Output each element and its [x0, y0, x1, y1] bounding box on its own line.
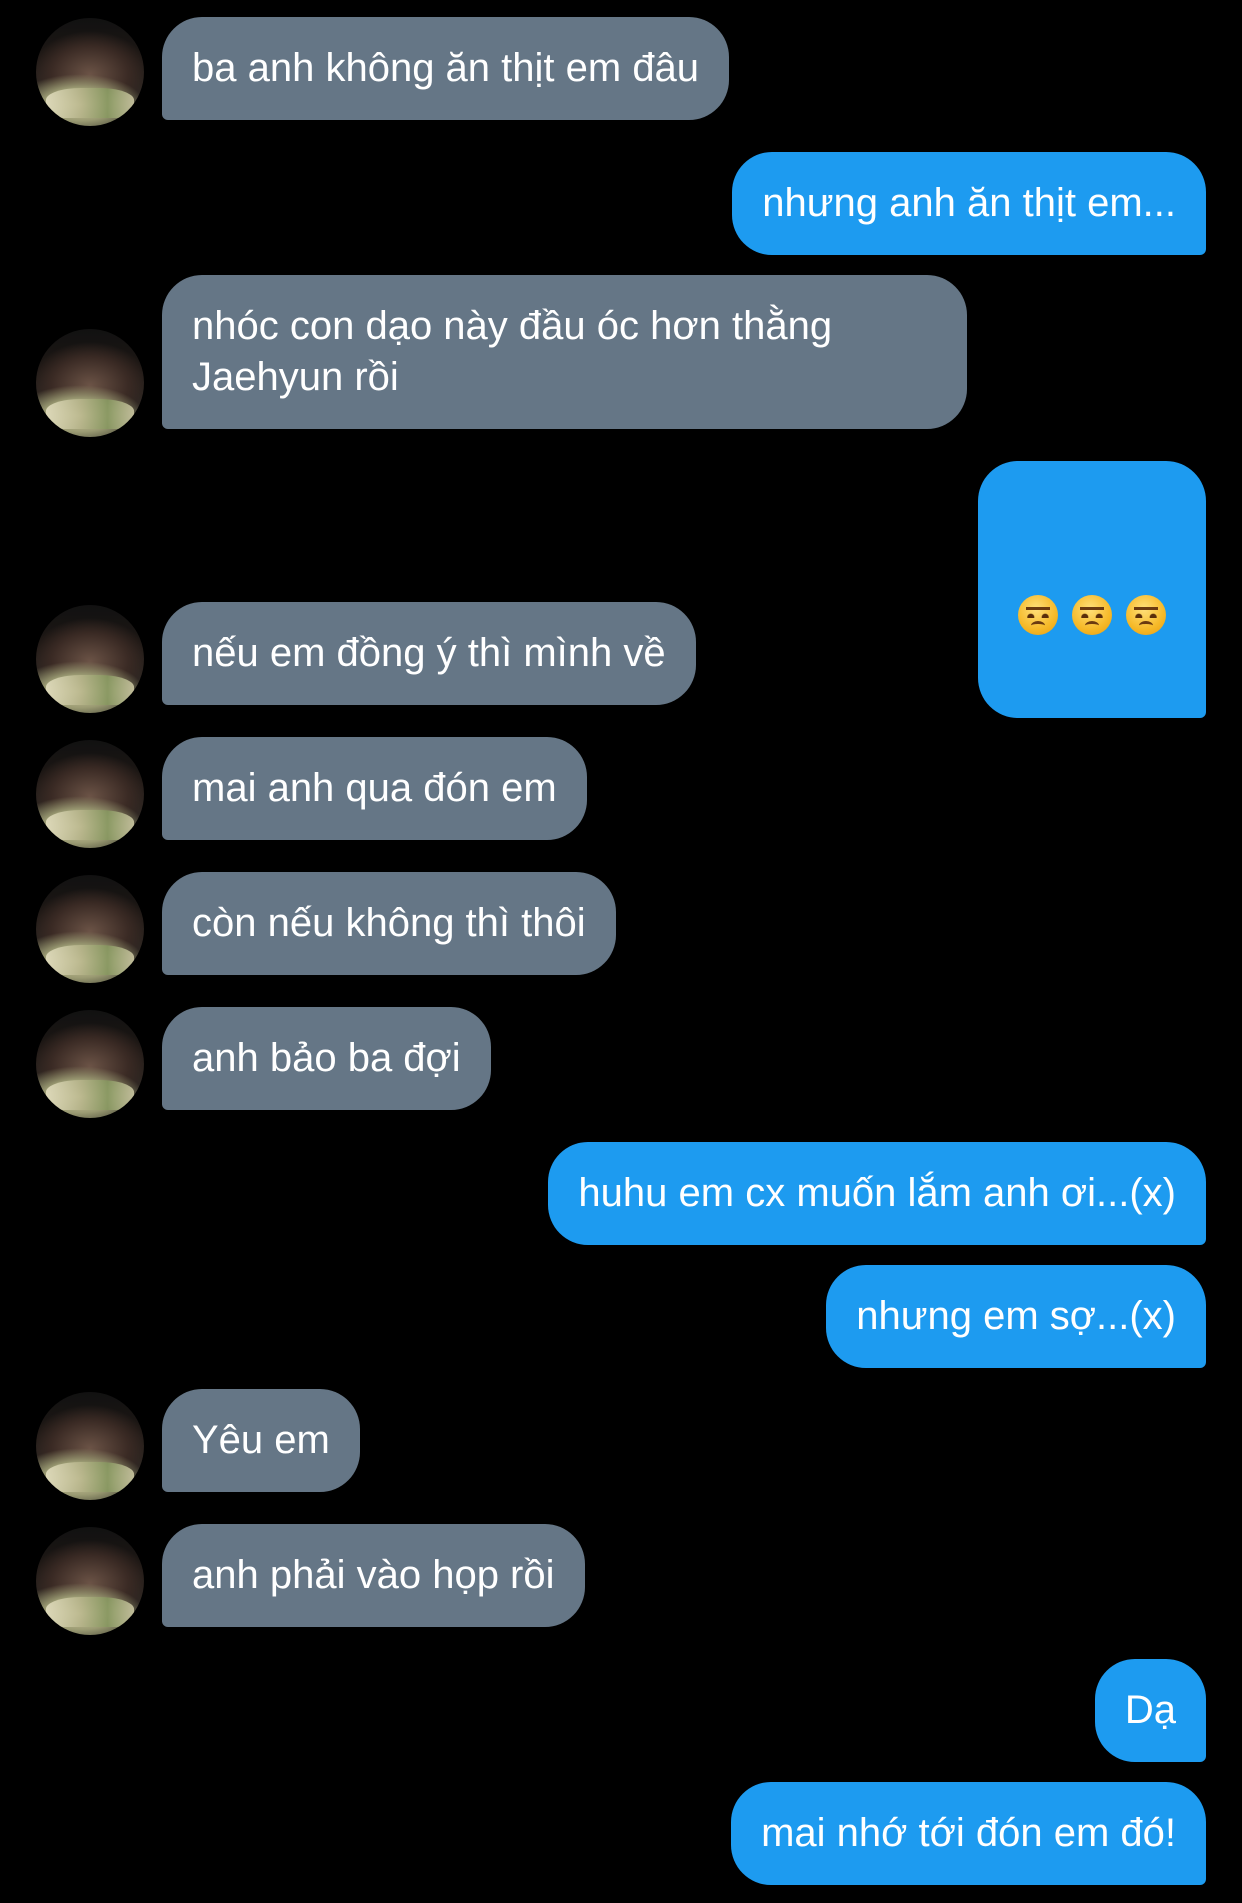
received-message[interactable]: anh bảo ba đợi [162, 1007, 491, 1110]
angry-face-icon [1126, 595, 1166, 635]
received-message[interactable]: còn nếu không thì thôi [162, 872, 616, 975]
sender-avatar[interactable] [36, 740, 144, 848]
sent-message[interactable]: nhưng em sợ...(x) [826, 1265, 1206, 1368]
sent-message-emoji[interactable] [978, 461, 1206, 718]
sent-message[interactable]: huhu em cx muốn lắm anh ơi...(x) [548, 1142, 1206, 1245]
sender-avatar[interactable] [36, 18, 144, 126]
received-message[interactable]: nếu em đồng ý thì mình về [162, 602, 696, 705]
received-message[interactable]: ba anh không ăn thịt em đâu [162, 17, 730, 120]
received-message[interactable]: mai anh qua đón em [162, 737, 587, 840]
angry-face-icon [1072, 595, 1112, 635]
received-message[interactable]: anh phải vào họp rồi [162, 1524, 585, 1627]
sender-avatar[interactable] [36, 1392, 144, 1500]
sender-avatar[interactable] [36, 1527, 144, 1635]
sender-avatar[interactable] [36, 1010, 144, 1118]
sender-avatar[interactable] [36, 329, 144, 437]
received-message[interactable]: Yêu em [162, 1389, 360, 1492]
sent-message[interactable]: Dạ [1094, 1659, 1206, 1762]
sender-avatar[interactable] [36, 605, 144, 713]
sender-avatar[interactable] [36, 875, 144, 983]
emoji-row [1018, 595, 1166, 635]
sent-message[interactable]: nhưng anh ăn thịt em... [732, 152, 1206, 255]
received-message[interactable]: nhóc con dạo này đầu óc hơn thằng Jaehyu… [162, 275, 967, 429]
angry-face-icon [1018, 595, 1058, 635]
sent-message[interactable]: mai nhớ tới đón em đó! [731, 1782, 1206, 1885]
